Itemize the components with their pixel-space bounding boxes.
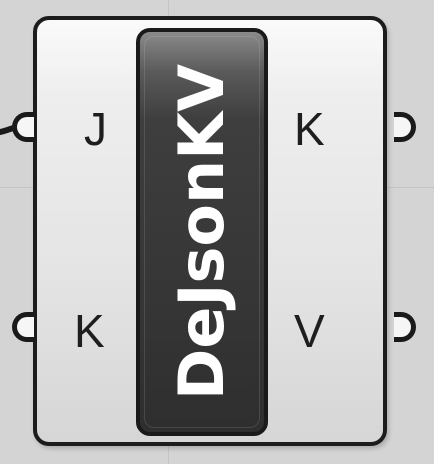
input-label-j: J [84,103,107,155]
input-grip-j[interactable] [12,112,34,142]
output-label-k: K [294,103,325,155]
node-canvas[interactable]: J K K V DeJsonKV [0,0,434,464]
output-label-v: V [294,305,325,357]
component-name: DeJsonKV [165,63,238,401]
input-grip-k[interactable] [12,312,34,342]
input-label-k: K [74,305,105,357]
